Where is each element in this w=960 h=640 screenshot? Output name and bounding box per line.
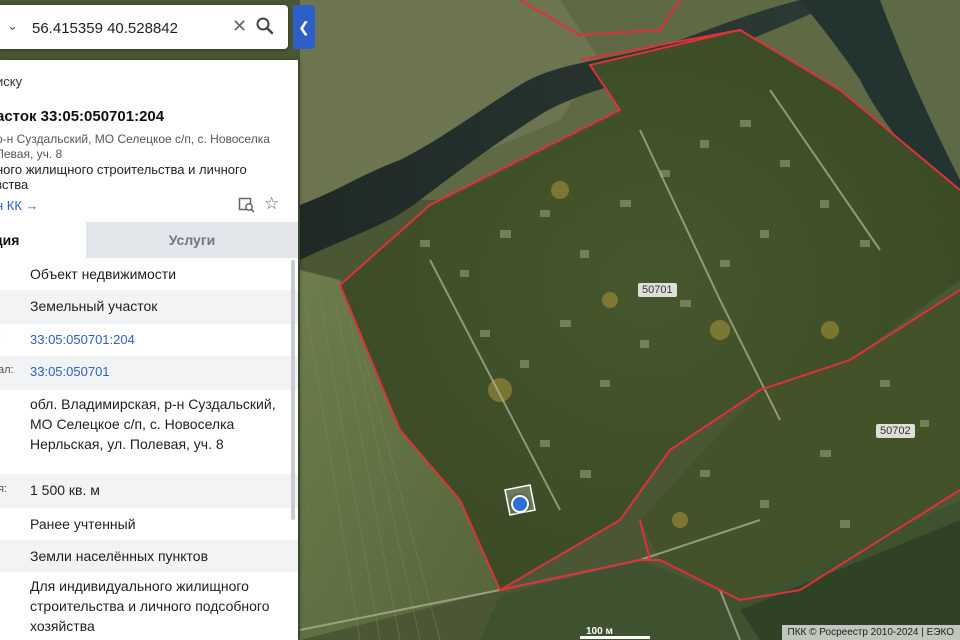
- close-icon[interactable]: ✕: [232, 16, 247, 37]
- attribute-label: ал:: [0, 364, 14, 376]
- info-panel: иску асток 33:05:050701:204 р-н Суздальс…: [0, 60, 298, 640]
- attribute-value: Ранее учтенный: [30, 516, 136, 532]
- attribute-row: Земли населённых пунктов: [0, 540, 298, 572]
- kk-link[interactable]: н КК →: [0, 198, 39, 213]
- star-icon[interactable]: ☆: [264, 195, 279, 212]
- collapse-panel-button[interactable]: ❮: [293, 5, 315, 49]
- attribute-value: 1 500 кв. м: [30, 482, 100, 498]
- search-icon[interactable]: [256, 17, 274, 40]
- search-input[interactable]: [30, 15, 224, 41]
- scale-line: [580, 636, 650, 639]
- tab-bar: ция Услуги: [0, 222, 298, 260]
- attribute-value: Объект недвижимости: [30, 266, 177, 282]
- attribute-value: Земельный участок: [30, 298, 158, 314]
- attribute-row: обл. Владимирская, р-н Суздальский, МО С…: [0, 390, 298, 474]
- parcel-purpose: ного жилищного строительства и личного з…: [0, 162, 247, 192]
- cadastral-number-link[interactable]: 33:05:050701:204: [30, 330, 285, 350]
- location-marker-icon[interactable]: [511, 495, 529, 513]
- attribute-label: :: [0, 332, 1, 344]
- search-bar: ⌄ ✕: [0, 5, 288, 49]
- attribute-row: Ранее учтенный: [0, 508, 298, 540]
- attribute-value: Для индивидуального жилищного строительс…: [30, 578, 270, 634]
- parcel-attributes: Объект недвижимости Земельный участок : …: [0, 258, 298, 638]
- tab-services-label: Услуги: [168, 232, 216, 248]
- search-map-icon[interactable]: [238, 196, 255, 218]
- tab-info[interactable]: ция: [0, 222, 86, 260]
- map-copyright: ПКК © Росреестр 2010-2024 | ЕЭКО: [781, 625, 960, 640]
- attribute-value: Земли населённых пунктов: [30, 548, 209, 564]
- attribute-value: обл. Владимирская, р-н Суздальский, МО С…: [30, 396, 276, 452]
- parcel-title: асток 33:05:050701:204: [0, 108, 165, 125]
- parcel-address: р-н Суздальский, МО Селецкое с/п, с. Нов…: [0, 132, 270, 161]
- attribute-row: Для индивидуального жилищного строительс…: [0, 572, 298, 638]
- chevron-left-icon: ❮: [298, 18, 310, 35]
- attribute-row: ал: 33:05:050701: [0, 356, 298, 390]
- scale-bar: 100 м: [580, 626, 650, 639]
- attribute-row: я: 1 500 кв. м: [0, 474, 298, 508]
- tab-services[interactable]: Услуги: [86, 222, 298, 258]
- attribute-label: я:: [0, 483, 8, 495]
- attribute-row: Земельный участок: [0, 290, 298, 324]
- attribute-row: Объект недвижимости: [0, 258, 298, 290]
- quarter-label: 50701: [638, 283, 677, 297]
- quarter-label: 50702: [876, 424, 915, 438]
- panel-scrollbar[interactable]: [291, 260, 295, 520]
- back-to-search-link[interactable]: иску: [0, 74, 22, 89]
- chevron-down-icon[interactable]: ⌄: [7, 18, 18, 34]
- tab-info-label: ция: [0, 232, 20, 248]
- attribute-row: : 33:05:050701:204: [0, 324, 298, 356]
- cadastral-quarter-link[interactable]: 33:05:050701: [30, 362, 285, 382]
